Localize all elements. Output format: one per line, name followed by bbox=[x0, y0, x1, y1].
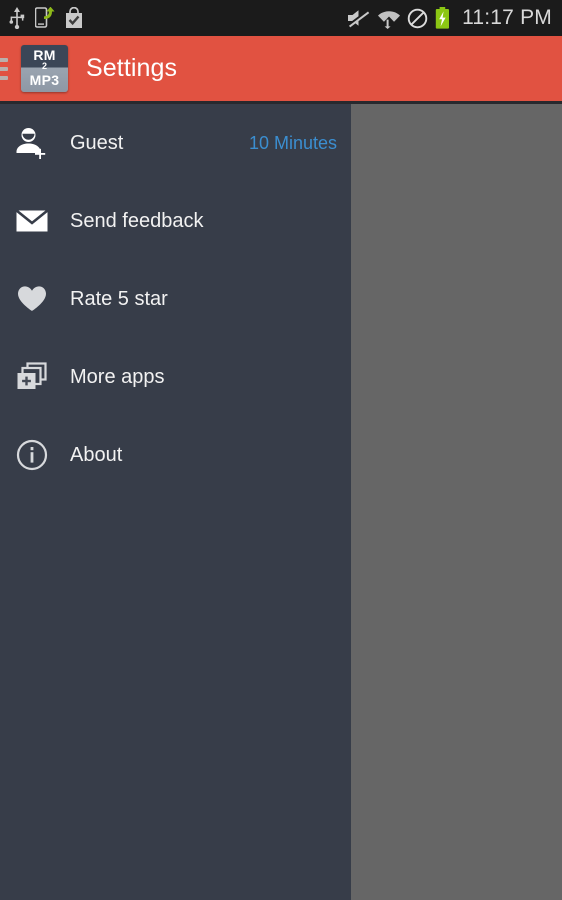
status-bar: 11:17 PM bbox=[0, 0, 562, 36]
navigation-drawer: Guest 10 Minutes Send feedback Rate 5 st… bbox=[0, 104, 351, 900]
info-icon bbox=[13, 436, 51, 474]
hamburger-menu-icon[interactable] bbox=[0, 57, 8, 80]
hamburger-bar-2 bbox=[0, 66, 8, 71]
usb-icon bbox=[8, 7, 26, 30]
do-not-disturb-icon bbox=[407, 8, 428, 29]
drawer-item-label: About bbox=[70, 443, 123, 466]
email-icon bbox=[13, 202, 51, 240]
mute-icon bbox=[347, 8, 371, 28]
page-title: Settings bbox=[86, 54, 178, 82]
drawer-item-about[interactable]: About bbox=[0, 416, 351, 494]
play-store-download-icon bbox=[64, 6, 84, 29]
hamburger-bar-1 bbox=[0, 57, 8, 62]
status-bar-right-icons: 11:17 PM bbox=[347, 6, 552, 30]
more-apps-icon bbox=[13, 358, 51, 396]
drawer-item-label: More apps bbox=[70, 365, 165, 388]
drawer-item-label: Rate 5 star bbox=[70, 287, 168, 310]
wifi-icon bbox=[378, 8, 401, 29]
drawer-item-label: Guest bbox=[70, 131, 124, 154]
app-logo-line2: 2 bbox=[41, 61, 47, 71]
person-add-icon bbox=[13, 124, 51, 162]
drawer-item-send-feedback[interactable]: Send feedback bbox=[0, 182, 351, 260]
usb-debugging-icon bbox=[34, 6, 55, 29]
app-logo-icon: RM 2 MP3 bbox=[21, 45, 68, 92]
battery-charging-icon bbox=[435, 7, 450, 29]
app-logo-line1: RM bbox=[33, 47, 56, 63]
drawer-item-more-apps[interactable]: More apps bbox=[0, 338, 351, 416]
status-bar-left-icons bbox=[8, 6, 84, 30]
guest-time-value: 10 Minutes bbox=[248, 132, 337, 153]
drawer-item-guest[interactable]: Guest 10 Minutes bbox=[0, 104, 351, 182]
drawer-item-rate-5-star[interactable]: Rate 5 star bbox=[0, 260, 351, 338]
status-bar-clock: 11:17 PM bbox=[462, 6, 552, 29]
hamburger-bar-3 bbox=[0, 75, 8, 80]
app-logo-line3: MP3 bbox=[29, 72, 60, 88]
app-bar: RM 2 MP3 Settings bbox=[0, 36, 562, 101]
drawer-item-label: Send feedback bbox=[70, 209, 204, 232]
phone-screen: 11:17 PM RM 2 MP3 Settings Guest 10 Minu… bbox=[0, 0, 562, 900]
heart-icon bbox=[13, 280, 51, 318]
